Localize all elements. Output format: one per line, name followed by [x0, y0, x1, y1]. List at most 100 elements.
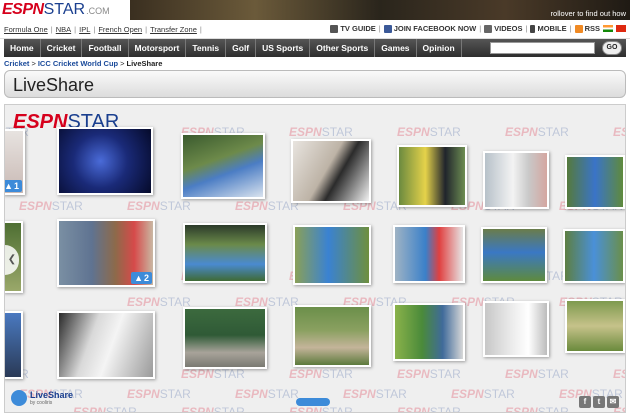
china-flag-icon[interactable]: [616, 25, 626, 32]
twitter-icon[interactable]: t: [593, 396, 605, 408]
logo-star: STAR: [43, 1, 86, 18]
tv-guide-link[interactable]: TV GUIDE: [330, 24, 376, 33]
liveshare-name: LiveShare: [30, 390, 74, 400]
photo-thumbnail[interactable]: [183, 223, 267, 283]
tv-icon: [330, 24, 339, 33]
photo-thumbnail[interactable]: [565, 299, 625, 353]
watermark-logo: ESPNSTAR: [181, 405, 245, 413]
nav-home[interactable]: Home: [4, 39, 41, 57]
liveshare-gallery[interactable]: ESPNSTAR ESPNSTAR ESPNSTAR ESPNSTAR ESPNSTAR…: [4, 104, 626, 413]
photo: [183, 135, 263, 197]
watermark-logo: ESPNSTAR: [289, 405, 353, 413]
photo-thumbnail[interactable]: [183, 307, 267, 369]
photo: [59, 129, 151, 193]
promo-banner[interactable]: rollover to find out how: [130, 0, 630, 20]
watermark-logo: ESPNSTAR: [613, 367, 625, 381]
page-title: LiveShare: [13, 75, 95, 95]
watermark-logo: ESPNSTAR: [505, 367, 569, 381]
photo-thumbnail[interactable]: [483, 151, 549, 209]
go-button[interactable]: GO: [602, 41, 622, 55]
photo: [185, 225, 265, 281]
nav-motorsport[interactable]: Motorsport: [129, 39, 187, 57]
nav-other-sports[interactable]: Other Sports: [310, 39, 376, 57]
photo-thumbnail[interactable]: [393, 303, 465, 361]
mobile-link[interactable]: MOBILE: [530, 24, 567, 33]
liveshare-footer-logo[interactable]: LiveShare by cooliris: [11, 390, 73, 406]
breadcrumb-world-cup[interactable]: ICC Cricket World Cup: [38, 59, 118, 68]
photo-thumbnail[interactable]: [565, 155, 625, 209]
site-header: ESPN STAR .COM rollover to find out how: [0, 0, 630, 20]
watermark-logo: ESPNSTAR: [235, 387, 299, 401]
watermark-logo: ESPNSTAR: [127, 199, 191, 213]
logo-espn: ESPN: [2, 1, 44, 18]
photo: [485, 303, 547, 355]
photo-thumbnail[interactable]: [293, 225, 371, 285]
email-icon[interactable]: ✉: [607, 396, 619, 408]
watermark-logo: ESPNSTAR: [505, 405, 569, 413]
photo-thumbnail[interactable]: [57, 311, 155, 379]
nav-football[interactable]: Football: [82, 39, 129, 57]
like-badge[interactable]: ▲ 2: [131, 272, 152, 284]
photo: [567, 301, 623, 351]
photo-thumbnail[interactable]: [291, 139, 371, 203]
watermark-logo: ESPNSTAR: [397, 405, 461, 413]
photo-thumbnail[interactable]: ▲ 2: [57, 219, 155, 287]
watermark-logo: ESPNSTAR: [397, 367, 461, 381]
espnstar-logo[interactable]: ESPN STAR .COM: [2, 1, 110, 19]
facebook-link[interactable]: JOIN FACEBOOK NOW: [383, 24, 476, 33]
nav-us-sports[interactable]: US Sports: [256, 39, 311, 57]
breadcrumb-cricket[interactable]: Cricket: [4, 59, 29, 68]
subnav-link-nba[interactable]: NBA: [56, 25, 71, 34]
watermark-logo: ESPNSTAR: [289, 125, 353, 139]
subnav-link-formula-one[interactable]: Formula One: [4, 25, 48, 34]
photo-thumbnail[interactable]: [481, 227, 547, 283]
watermark-logo: ESPNSTAR: [505, 125, 569, 139]
watermark-logo: ESPNSTAR: [19, 199, 83, 213]
gallery-scrollbar[interactable]: [296, 398, 330, 406]
nav-cricket[interactable]: Cricket: [41, 39, 83, 57]
photo: [185, 309, 265, 367]
search-input[interactable]: [490, 42, 595, 54]
india-flag-icon[interactable]: [603, 25, 613, 32]
photo: [395, 305, 463, 359]
page-title-bar: LiveShare: [4, 70, 626, 98]
rss-link[interactable]: RSS: [574, 24, 600, 33]
logo-dotcom: .COM: [86, 6, 110, 16]
photo: [483, 229, 545, 281]
rss-icon: [574, 24, 583, 33]
photo: [295, 307, 369, 365]
subnav-link-french-open[interactable]: French Open: [98, 25, 142, 34]
breadcrumb-current: LiveShare: [126, 59, 163, 68]
like-badge[interactable]: ▲ 1: [4, 180, 22, 192]
photo-thumbnail[interactable]: [5, 311, 23, 379]
subnav-link-transfer-zone[interactable]: Transfer Zone: [150, 25, 197, 34]
photo: [567, 157, 623, 207]
videos-link[interactable]: VIDEOS: [484, 24, 523, 33]
mobile-icon: [530, 24, 536, 33]
photo-thumbnail[interactable]: [563, 229, 625, 283]
watermark-logo: ESPNSTAR: [127, 295, 191, 309]
photo-thumbnail[interactable]: ▲ 1: [4, 129, 25, 195]
thumbs-up-icon: ▲: [4, 181, 13, 191]
watermark-logo: ESPNSTAR: [397, 125, 461, 139]
facebook-icon[interactable]: f: [579, 396, 591, 408]
photo: [395, 227, 463, 281]
photo: [293, 141, 369, 201]
subnav-link-ipl[interactable]: IPL: [79, 25, 90, 34]
photo-thumbnail[interactable]: [483, 301, 549, 357]
photo-thumbnail[interactable]: [293, 305, 371, 367]
thumbs-up-icon: ▲: [134, 273, 143, 283]
photo: [565, 231, 623, 281]
liveshare-icon: [11, 390, 27, 406]
nav-games[interactable]: Games: [375, 39, 417, 57]
photo-thumbnail[interactable]: [397, 145, 467, 207]
watermark-logo: ESPNSTAR: [127, 387, 191, 401]
photo-thumbnail[interactable]: [181, 133, 265, 199]
photo-thumbnail[interactable]: [393, 225, 465, 283]
photo: [399, 147, 465, 205]
nav-tennis[interactable]: Tennis: [186, 39, 227, 57]
nav-opinion[interactable]: Opinion: [417, 39, 462, 57]
photo-thumbnail[interactable]: [57, 127, 153, 195]
photo: [5, 313, 21, 377]
nav-golf[interactable]: Golf: [226, 39, 257, 57]
